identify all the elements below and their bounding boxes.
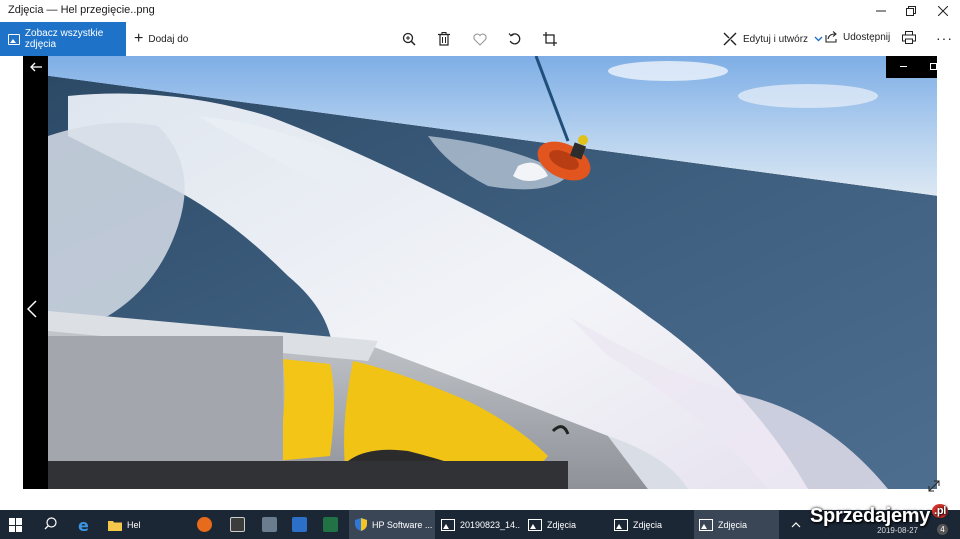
edge-icon: e (78, 517, 89, 533)
plus-icon: + (134, 30, 144, 47)
viewer-window-controls (886, 56, 937, 78)
firefox-icon[interactable] (197, 517, 212, 532)
windows-start-button[interactable] (9, 518, 23, 532)
taskbar-app-label: Hel (127, 519, 141, 530)
taskbar-app-photos-2[interactable]: Zdjęcia (609, 510, 693, 539)
restore-button[interactable] (896, 0, 926, 22)
minimize-button[interactable] (866, 0, 896, 22)
print-button[interactable] (899, 27, 919, 47)
taskbar-app-hel[interactable]: Hel (108, 510, 188, 539)
photos-icon (8, 33, 20, 45)
see-all-photos-button[interactable]: Zobacz wszystkie zdjęcia (0, 22, 126, 56)
watermark-text: Sprzedajemy (810, 505, 931, 527)
excel-icon[interactable] (323, 517, 338, 532)
photos-app-window: Zdjęcia — Hel przegięcie..png Zobacz wsz… (0, 0, 960, 539)
full-screen-button[interactable] (928, 480, 940, 495)
favorite-button[interactable] (470, 29, 490, 49)
add-to-label: Dodaj do (148, 33, 189, 45)
watermark-logo: Sprzedajemy .pl (810, 504, 949, 528)
edge-taskbar-icon[interactable]: e (77, 510, 93, 539)
favorite-icon (473, 33, 487, 46)
zoom-icon (402, 32, 416, 46)
close-button[interactable] (928, 0, 958, 22)
crop-icon (543, 32, 557, 46)
edit-and-create-button[interactable]: Edytuj i utwórz (722, 22, 823, 56)
photos-icon (441, 518, 455, 531)
taskbar-app-label: Zdjęcia (547, 519, 577, 530)
rotate-button[interactable] (505, 29, 525, 49)
minimize-icon (876, 10, 886, 12)
back-arrow-icon (30, 62, 42, 72)
taskbar-app-photos-1[interactable]: Zdjęcia (523, 510, 607, 539)
title-bar: Zdjęcia — Hel przegięcie..png (0, 0, 960, 22)
see-all-photos-label: Zobacz wszystkie zdjęcia (24, 28, 104, 50)
taskbar-app-photos-active[interactable]: Zdjęcia (694, 510, 779, 539)
delete-icon (438, 32, 450, 46)
close-icon (938, 6, 948, 16)
scanner-icon[interactable] (262, 517, 277, 532)
chevron-down-icon (814, 36, 823, 42)
taskbar-app-photo-file[interactable]: 20190823_14... (436, 510, 520, 539)
command-bar: Zobacz wszystkie zdjęcia + Dodaj do Edyt… (0, 22, 960, 56)
photos-icon (528, 518, 542, 531)
window-title: Zdjęcia — Hel przegięcie..png (8, 4, 155, 16)
expand-icon (928, 480, 940, 492)
search-icon (44, 517, 57, 530)
svg-text:e: e (78, 517, 89, 533)
edit-icon (723, 32, 737, 46)
taskbar-app-label: Zdjęcia (718, 519, 748, 530)
search-button[interactable] (44, 517, 57, 533)
folder-icon (108, 520, 122, 531)
crop-button[interactable] (540, 29, 560, 49)
calculator-icon[interactable] (230, 517, 245, 532)
restore-icon (906, 6, 916, 16)
share-icon (825, 31, 837, 43)
viewer-maximize-icon[interactable] (930, 63, 937, 70)
windows-logo-icon (9, 518, 15, 525)
previous-photo-button[interactable] (26, 300, 37, 324)
shield-icon (355, 518, 367, 531)
taskbar-app-hp-software[interactable]: HP Software ... (349, 510, 435, 539)
windows-logo-icon (16, 525, 22, 532)
chevron-left-icon (26, 300, 37, 318)
word-icon[interactable] (292, 517, 307, 532)
zoom-button[interactable] (399, 29, 419, 49)
windows-logo-icon (16, 518, 22, 525)
photos-icon (614, 518, 628, 531)
photo-viewer (23, 56, 937, 489)
add-to-button[interactable]: + Dodaj do (134, 22, 188, 56)
taskbar-app-label: HP Software ... (372, 519, 433, 530)
taskbar-app-label: 20190823_14... (460, 519, 520, 530)
taskbar-app-label: Zdjęcia (633, 519, 663, 530)
photo-image (48, 56, 937, 489)
windows-logo-icon (9, 525, 15, 532)
photos-icon (699, 518, 713, 531)
back-button[interactable] (30, 59, 42, 75)
chevron-up-icon[interactable] (791, 522, 801, 528)
share-label: Udostępnij (843, 31, 891, 43)
watermark-suffix: .pl (932, 504, 949, 518)
delete-button[interactable] (434, 29, 454, 49)
viewer-minimize-icon[interactable] (900, 66, 907, 67)
edit-and-create-label: Edytuj i utwórz (743, 33, 809, 45)
more-options-button[interactable]: ··· (936, 30, 953, 46)
print-icon (902, 30, 916, 44)
rotate-icon (508, 33, 521, 45)
share-button[interactable]: Udostępnij (825, 22, 890, 52)
